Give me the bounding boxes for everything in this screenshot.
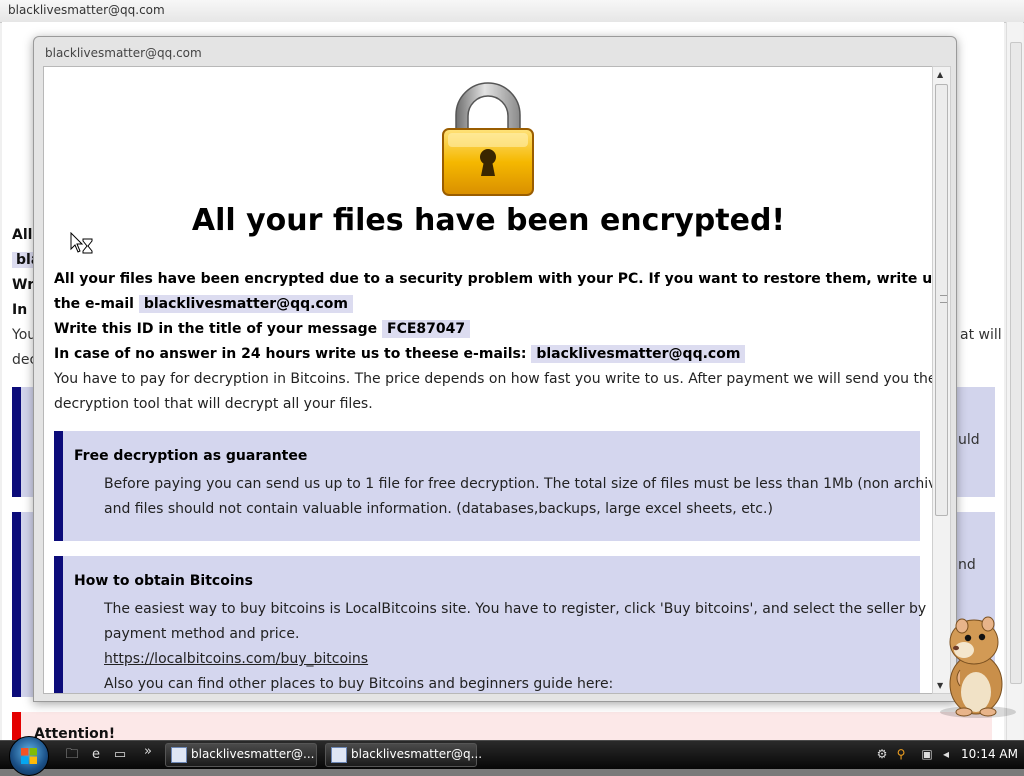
ransom-heading: All your files have been encrypted! (191, 203, 786, 238)
free-decryption-text-2: and files should not contain valuable in… (104, 501, 773, 517)
background-window-titlebar[interactable]: blacklivesmatter@qq.com (0, 0, 1024, 23)
ransom-note-window: blacklivesmatter@qq.com All your files h… (33, 36, 957, 702)
free-decryption-text-1: Before paying you can send us up to 1 fi… (104, 476, 934, 492)
ransom-window-title: blacklivesmatter@qq.com (45, 46, 202, 60)
obtain-bitcoins-text-1: The easiest way to buy bitcoins is Local… (104, 601, 927, 617)
ransom-email-2: blacklivesmatter@qq.com (531, 345, 746, 363)
back-fragment-in: In (12, 302, 28, 318)
background-window-title: blacklivesmatter@qq.com (8, 3, 165, 17)
obtain-bitcoins-text-2: payment method and price. (104, 626, 300, 642)
search-tray-icon[interactable]: ⚲ (894, 747, 908, 761)
busy-cursor-icon (70, 232, 93, 254)
ransom-line-5: You have to pay for decryption in Bitcoi… (54, 371, 934, 387)
victim-id: FCE87047 (382, 320, 471, 338)
padlock-icon (442, 82, 534, 196)
obtain-bitcoins-text-3: Also you can find other places to buy Bi… (104, 676, 614, 692)
ransom-window-scrollbar[interactable]: ▲ ▼ (932, 66, 951, 694)
obtain-bitcoins-box: How to obtain Bitcoins The easiest way t… (54, 556, 926, 693)
volume-tray-icon[interactable]: ◂ (939, 747, 953, 761)
localbitcoins-link[interactable]: https://localbitcoins.com/buy_bitcoins (104, 651, 368, 667)
ransom-line-3: Write this ID in the title of your messa… (54, 320, 471, 338)
back-fragment-nd: nd (958, 557, 976, 573)
taskbar-button-1-label: blacklivesmatter@... (191, 747, 315, 761)
taskbar-button-1[interactable]: blacklivesmatter@... (165, 743, 317, 767)
scrollbar-thumb[interactable] (935, 84, 948, 516)
taskbar: 🗀 e ▭ » blacklivesmatter@... blacklivesm… (0, 736, 1024, 776)
windows-start-orb[interactable] (9, 736, 49, 776)
ransom-line-1: All your files have been encrypted due t… (54, 271, 934, 287)
backup-email-prefix: In case of no answer in 24 hours write u… (54, 346, 527, 362)
back-fragment-uld: uld (958, 432, 980, 448)
gear-tray-icon[interactable]: ⚙ (875, 747, 889, 761)
scroll-up-arrow-icon[interactable]: ▲ (937, 70, 943, 79)
ie-quicklaunch-icon[interactable]: e (88, 747, 104, 763)
ransom-line-6: decryption tool that will decrypt all yo… (54, 396, 373, 412)
back-fragment-at-will: at will (960, 327, 1002, 343)
back-fragment-all: All (12, 227, 33, 243)
network-tray-icon[interactable]: ▣ (920, 747, 934, 761)
ransom-line-4: In case of no answer in 24 hours write u… (54, 345, 746, 363)
hamster-mascot (940, 616, 1016, 718)
folder-quicklaunch-icon[interactable]: 🗀 (64, 747, 80, 763)
window-icon (331, 747, 347, 763)
ransom-line-2: the e-mail blacklivesmatter@qq.com (54, 295, 353, 313)
back-attention-box: Attention! (12, 712, 992, 742)
taskbar-button-2-label: blacklivesmatter@q... (351, 747, 483, 761)
back-fragment-wr: Wr (12, 277, 35, 293)
obtain-bitcoins-title: How to obtain Bitcoins (74, 573, 253, 589)
id-prefix: Write this ID in the title of your messa… (54, 321, 378, 337)
window-icon (171, 747, 187, 763)
taskbar-clock[interactable]: 10:14 AM (961, 747, 1018, 761)
windows-flag-icon (21, 748, 37, 764)
email-prefix: the e-mail (54, 296, 134, 312)
free-decryption-box: Free decryption as guarantee Before payi… (54, 431, 933, 541)
taskbar-button-2[interactable]: blacklivesmatter@q... (325, 743, 482, 767)
free-decryption-title: Free decryption as guarantee (74, 448, 308, 464)
quicklaunch-more-icon[interactable]: » (140, 744, 156, 760)
ransom-email: blacklivesmatter@qq.com (138, 295, 353, 313)
ransom-note-content: All your files have been encrypted! All … (43, 66, 934, 694)
show-desktop-icon[interactable]: ▭ (112, 747, 128, 763)
